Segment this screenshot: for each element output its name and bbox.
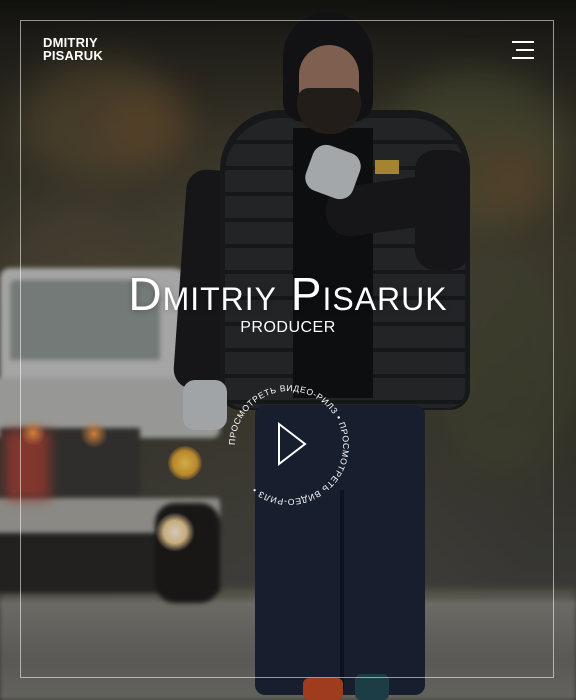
svg-text:ПРОСМОТРЕТЬ ВИДЕО-РИЛЗ • ПРОСМ: ПРОСМОТРЕТЬ ВИДЕО-РИЛЗ • ПРОСМОТРЕТЬ ВИД… (227, 383, 351, 507)
hero-title: Dmitriy Pisaruk (128, 267, 448, 320)
play-reel-button[interactable]: ПРОСМОТРЕТЬ ВИДЕО-РИЛЗ • ПРОСМОТРЕТЬ ВИД… (225, 381, 353, 509)
hero-subtitle: PRODUCER (240, 319, 336, 336)
play-icon (278, 421, 307, 467)
site-logo[interactable]: DMITRIY PISARUK (43, 36, 103, 62)
logo-line-2: PISARUK (43, 48, 103, 63)
play-ring-text: ПРОСМОТРЕТЬ ВИДЕО-РИЛЗ • ПРОСМОТРЕТЬ ВИД… (227, 383, 351, 507)
hamburger-menu-icon[interactable] (510, 41, 534, 61)
hero-background-photo (0, 0, 576, 700)
play-reel-ring: ПРОСМОТРЕТЬ ВИДЕО-РИЛЗ • ПРОСМОТРЕТЬ ВИД… (227, 383, 351, 507)
